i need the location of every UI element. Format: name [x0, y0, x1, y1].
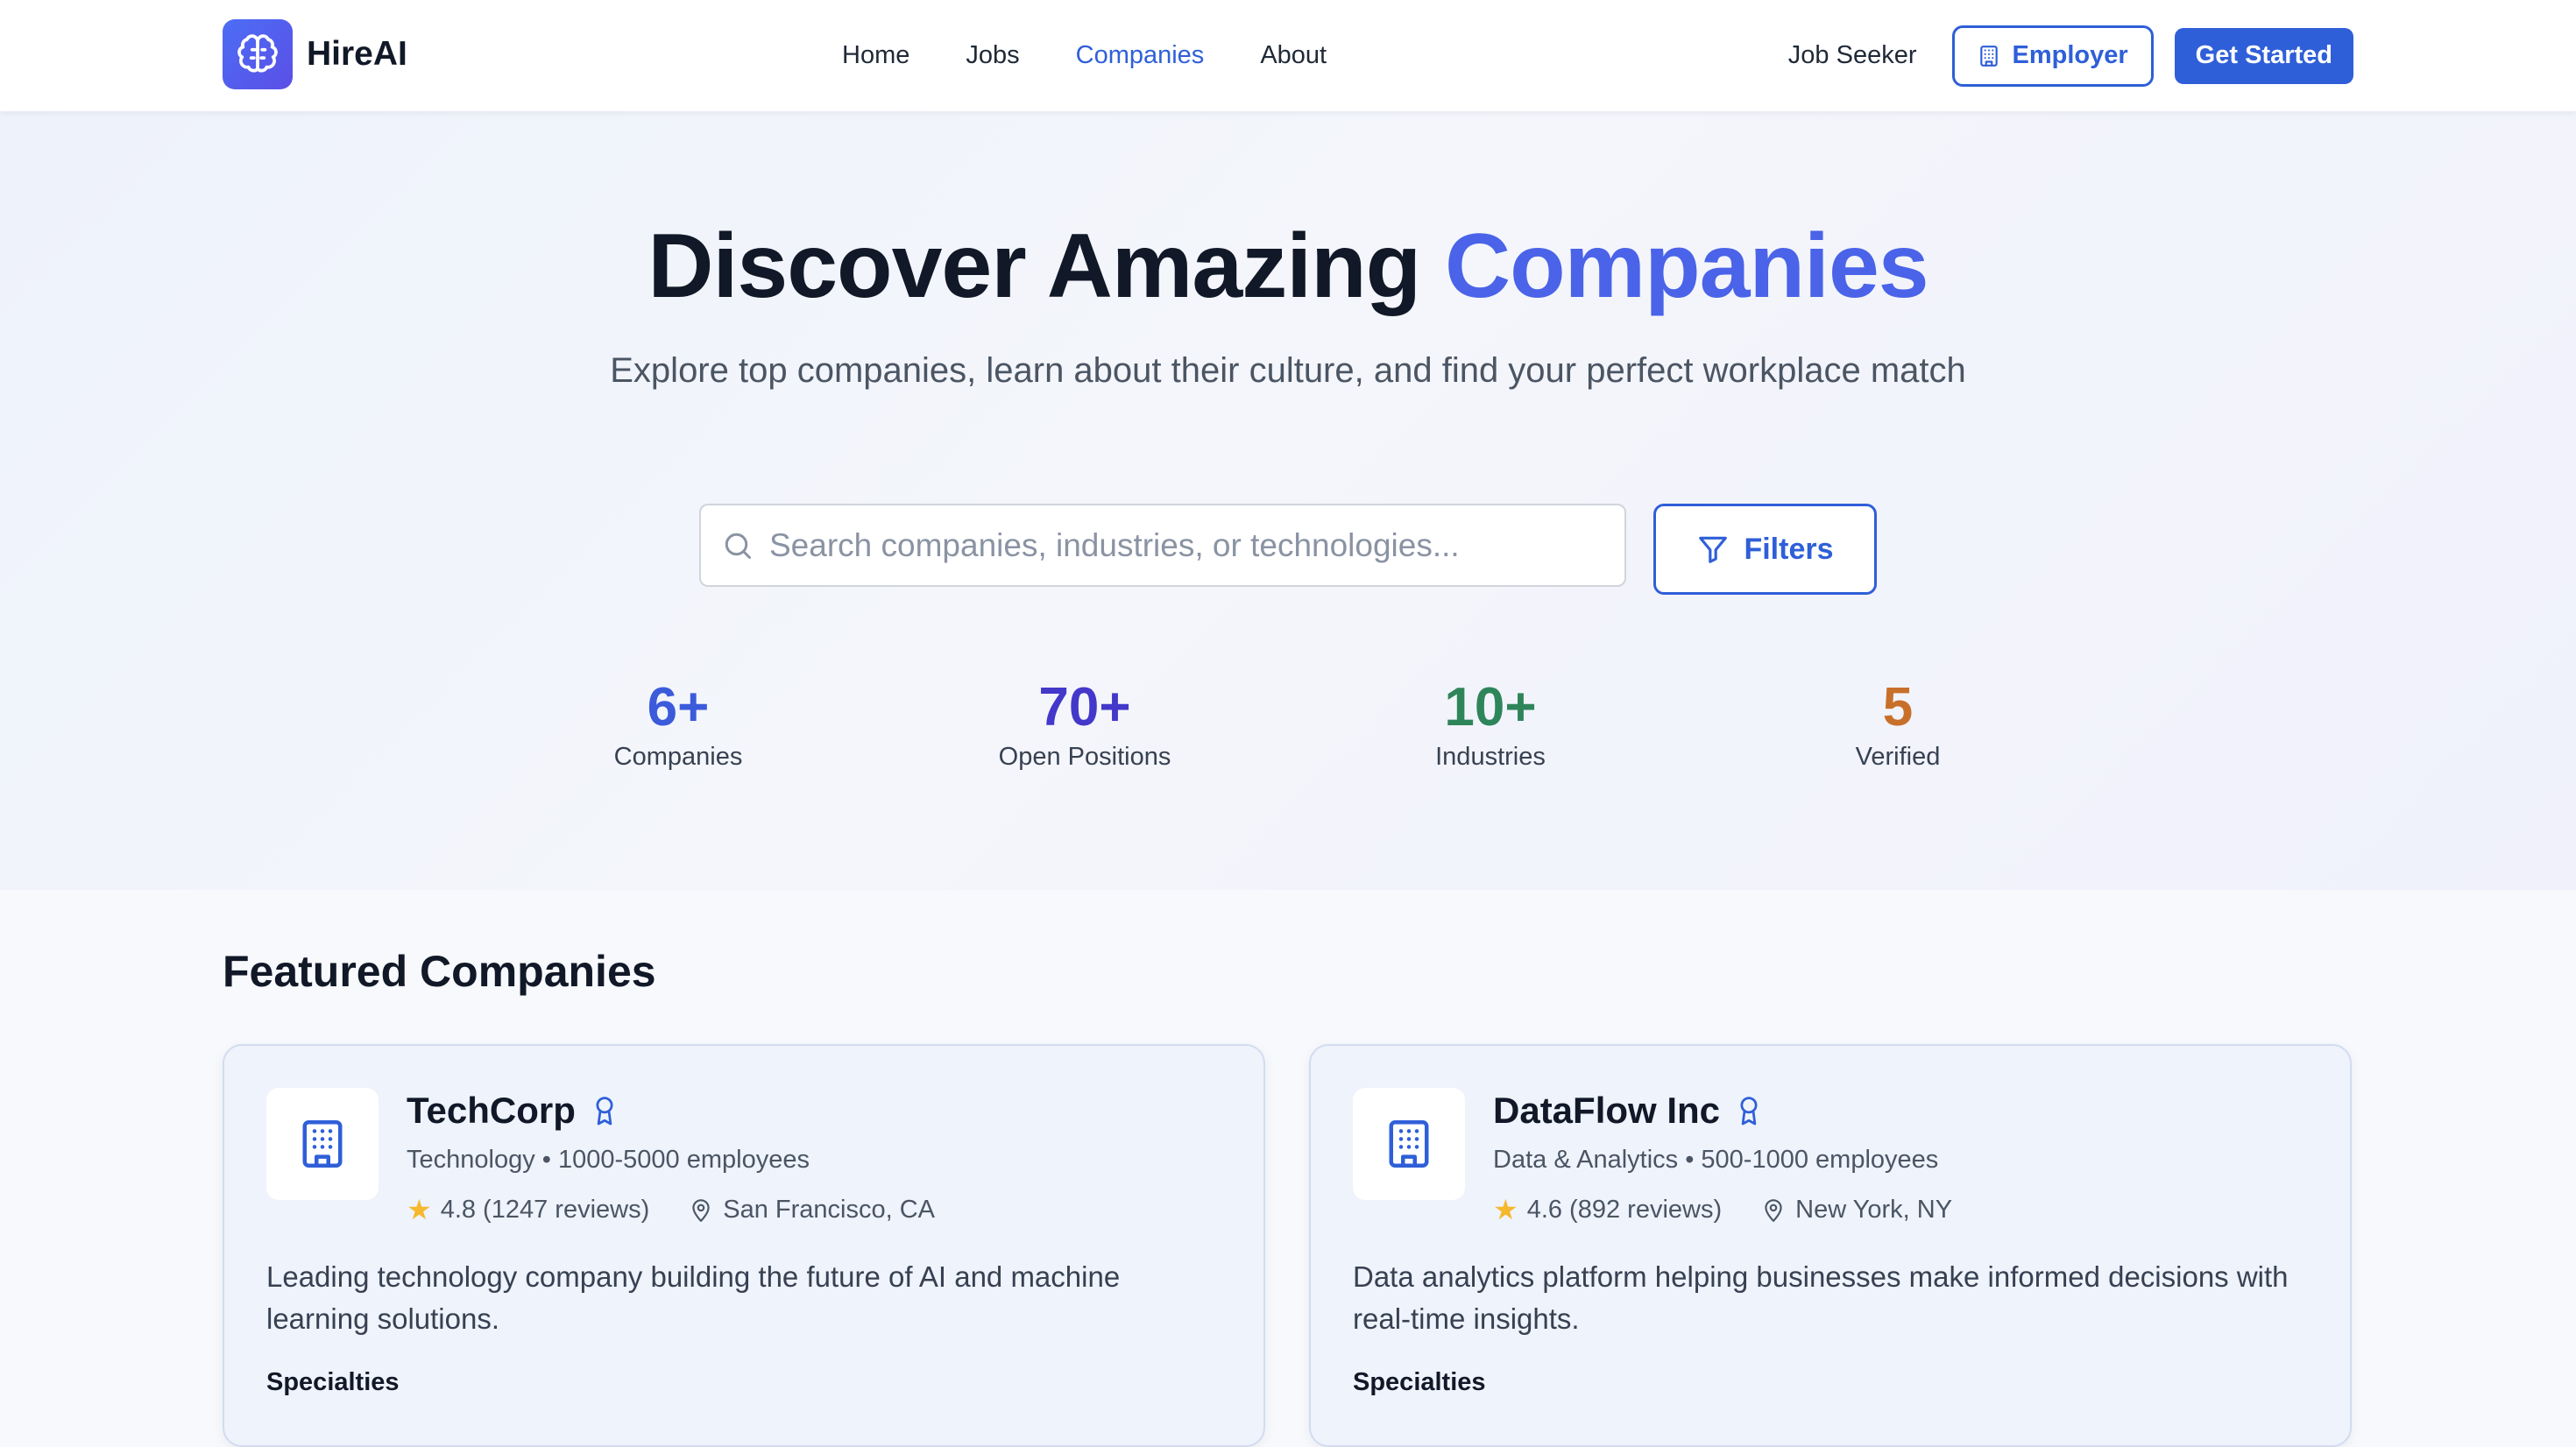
- verified-award-icon: [596, 1097, 613, 1126]
- company-meta: Data & Analytics • 500-1000 employees: [1493, 1146, 1939, 1174]
- stat-label: Industries: [1435, 743, 1546, 771]
- company-name[interactable]: DataFlow Inc: [1493, 1090, 1720, 1132]
- nav-about[interactable]: About: [1260, 41, 1327, 70]
- company-meta: Technology • 1000-5000 employees: [407, 1146, 810, 1174]
- stat-verified: 5 Verified: [1749, 676, 2047, 772]
- search-icon: [725, 533, 751, 559]
- stat-value: 10+: [1444, 677, 1537, 738]
- top-navbar: HireAI Home Jobs Companies About Job See…: [0, 0, 2576, 111]
- hero-subtitle: Explore top companies, learn about their…: [610, 351, 1966, 390]
- title-accent: Companies: [1445, 215, 1929, 317]
- stat-value: 5: [1882, 677, 1914, 738]
- stat-value: 6+: [647, 677, 710, 738]
- company-rating-row: ★ 4.6 (892 reviews) New York, NY: [1493, 1193, 1952, 1226]
- star-icon: ★: [407, 1194, 432, 1225]
- stat-label: Verified: [1855, 743, 1941, 771]
- nav-home[interactable]: Home: [842, 41, 909, 70]
- company-location-text: San Francisco, CA: [723, 1195, 936, 1224]
- company-card[interactable]: DataFlow Inc Data & Analytics • 500-1000…: [1309, 1044, 2352, 1447]
- star-icon: ★: [1493, 1194, 1518, 1225]
- company-rating-row: ★ 4.8 (1247 reviews) San Francisco, CA: [407, 1193, 935, 1226]
- search-input[interactable]: [769, 526, 1575, 564]
- stat-companies: 6+ Companies: [529, 676, 827, 772]
- map-pin-icon: [1765, 1199, 1782, 1222]
- get-started-button[interactable]: Get Started: [2174, 27, 2353, 84]
- stat-label: Open Positions: [998, 743, 1171, 771]
- company-location: New York, NY: [1762, 1196, 1952, 1225]
- verified-award-icon: [1740, 1097, 1758, 1126]
- filters-button[interactable]: Filters: [1653, 504, 1877, 595]
- main-nav: Home Jobs Companies About: [842, 0, 1383, 111]
- header-actions: Job Seeker Employer Get Started: [1788, 0, 2353, 111]
- page-title: Discover Amazing Companies: [0, 215, 2576, 319]
- job-seeker-toggle[interactable]: Job Seeker: [1788, 41, 1917, 70]
- filters-label: Filters: [1744, 532, 1834, 566]
- stat-label: Companies: [613, 743, 743, 771]
- building-icon: [302, 1120, 343, 1168]
- company-logo: [266, 1088, 379, 1200]
- title-prefix: Discover Amazing: [648, 215, 1421, 317]
- stat-industries: 10+ Industries: [1341, 676, 1639, 772]
- search-box[interactable]: [699, 504, 1626, 587]
- featured-heading: Featured Companies: [223, 947, 656, 996]
- stat-value: 70+: [1038, 677, 1131, 738]
- building-icon: [1979, 45, 1998, 67]
- filter-icon: [1699, 536, 1728, 563]
- company-description: Leading technology company building the …: [266, 1260, 1121, 1335]
- nav-companies[interactable]: Companies: [1076, 41, 1205, 70]
- employer-button[interactable]: Employer: [1951, 25, 2154, 87]
- company-name-row: TechCorp: [407, 1090, 618, 1132]
- company-card[interactable]: TechCorp Technology • 1000-5000 employee…: [223, 1044, 1265, 1447]
- logo-text: HireAI: [307, 35, 407, 73]
- hero-section: Discover Amazing Companies Explore top c…: [0, 111, 2576, 890]
- specialties-heading: Specialties: [1353, 1368, 1486, 1396]
- company-name-row: DataFlow Inc: [1493, 1090, 1762, 1132]
- company-name[interactable]: TechCorp: [407, 1090, 576, 1132]
- company-rating: 4.8 (1247 reviews): [440, 1195, 650, 1224]
- nav-jobs[interactable]: Jobs: [966, 41, 1019, 70]
- employer-button-label: Employer: [2012, 41, 2128, 69]
- map-pin-icon: [692, 1199, 710, 1222]
- company-logo: [1353, 1088, 1465, 1200]
- logo[interactable]: HireAI: [223, 19, 407, 89]
- company-location: San Francisco, CA: [690, 1196, 935, 1225]
- building-icon: [1389, 1120, 1429, 1168]
- specialties-heading: Specialties: [266, 1368, 400, 1396]
- stat-open-positions: 70+ Open Positions: [936, 676, 1234, 772]
- brain-icon: [223, 19, 293, 89]
- company-description: Data analytics platform helping business…: [1353, 1260, 2289, 1335]
- company-rating: 4.6 (892 reviews): [1526, 1195, 1723, 1224]
- company-location-text: New York, NY: [1795, 1195, 1953, 1224]
